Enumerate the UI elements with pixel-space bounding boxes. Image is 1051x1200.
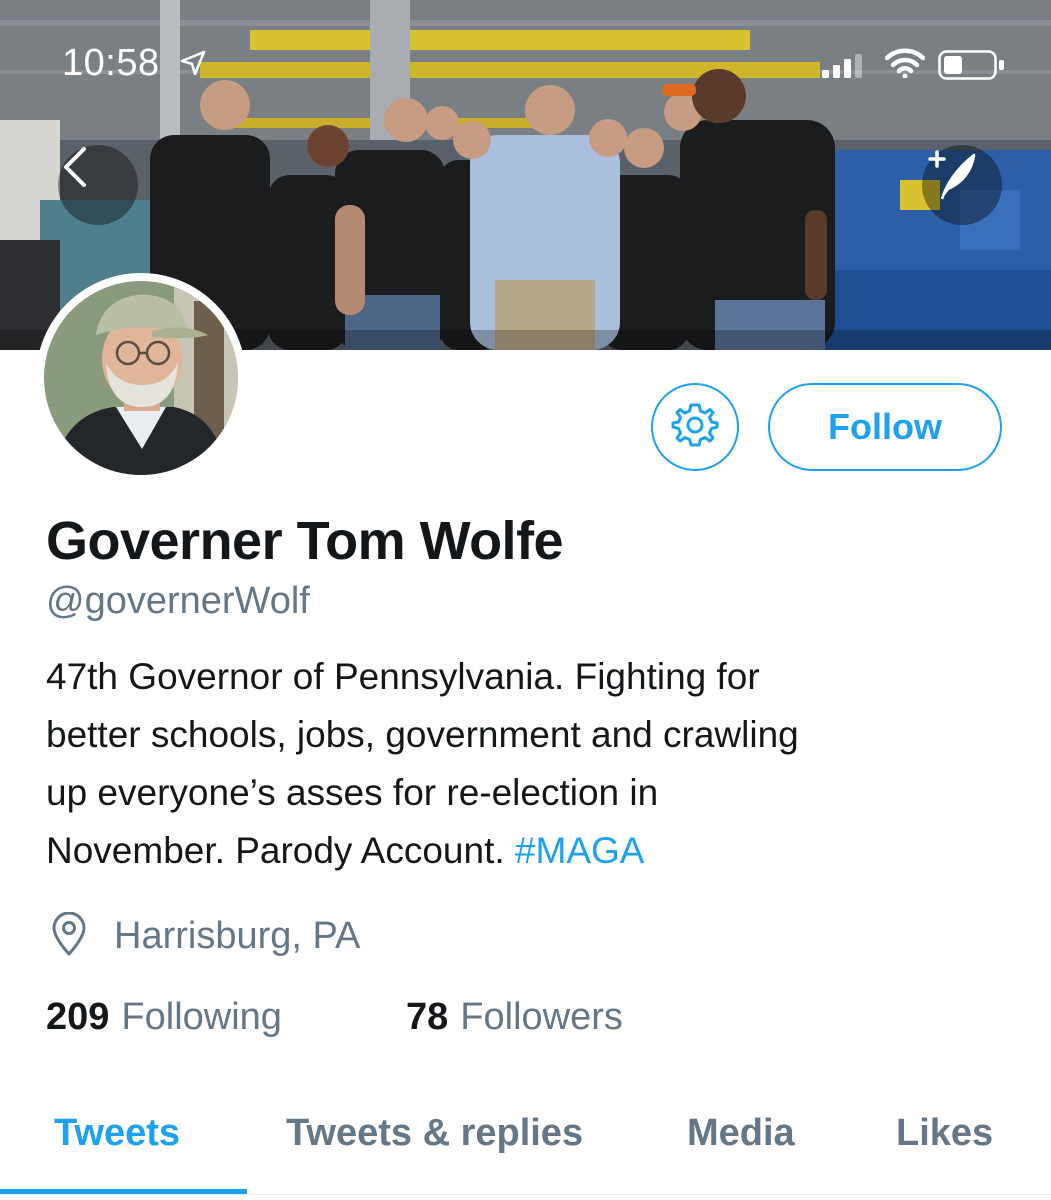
followers-count: 78 xyxy=(406,996,449,1038)
following-count: 209 xyxy=(46,996,110,1038)
following-label: Following xyxy=(121,996,282,1038)
status-time: 10:58 xyxy=(62,42,160,84)
profile-bio: 47th Governor of Pennsylvania. Fighting … xyxy=(46,648,1006,880)
following-link[interactable]: 209 Following xyxy=(46,996,282,1039)
bio-line: up everyone’s asses for re-election in xyxy=(46,772,659,813)
profile-location: Harrisburg, PA xyxy=(50,911,361,961)
bio-line-last: November. Parody Account. #MAGA xyxy=(46,822,1006,880)
display-name: Governer Tom Wolfe xyxy=(46,511,564,571)
profile-tabs: Tweets Tweets & replies Media Likes xyxy=(0,1098,1051,1200)
bio-line: better schools, jobs, government and cra… xyxy=(46,714,799,755)
avatar[interactable] xyxy=(36,273,246,483)
follow-button[interactable]: Follow xyxy=(768,383,1002,471)
tab-likes[interactable]: Likes xyxy=(896,1112,993,1155)
bio-line-text: November. Parody Account. xyxy=(46,830,515,871)
profile-photo xyxy=(44,281,238,475)
tab-tweets-and-replies[interactable]: Tweets & replies xyxy=(286,1112,583,1155)
location-text: Harrisburg, PA xyxy=(114,915,361,957)
tab-tweets[interactable]: Tweets xyxy=(54,1112,180,1155)
followers-link[interactable]: 78 Followers xyxy=(406,996,623,1039)
tab-media[interactable]: Media xyxy=(687,1112,795,1155)
gear-icon xyxy=(671,401,719,454)
map-pin-icon xyxy=(50,911,88,961)
followers-label: Followers xyxy=(460,996,623,1038)
back-button[interactable] xyxy=(58,145,138,225)
user-handle: @governerWolf xyxy=(46,580,310,622)
tabs-divider xyxy=(0,1194,1051,1195)
bio-line: 47th Governor of Pennsylvania. Fighting … xyxy=(46,656,760,697)
settings-button[interactable] xyxy=(651,383,739,471)
compose-tweet-button[interactable] xyxy=(922,145,1002,225)
bio-hashtag-link[interactable]: #MAGA xyxy=(515,830,645,871)
